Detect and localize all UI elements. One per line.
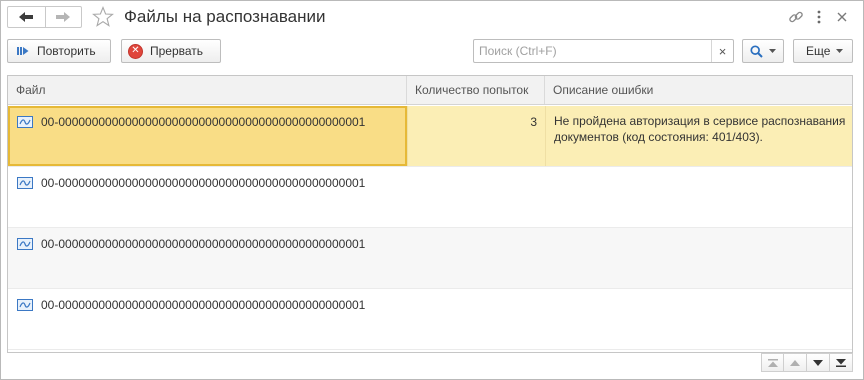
search-field: ×: [473, 39, 734, 63]
table-header: Файл Количество попыток Описание ошибки: [8, 76, 852, 105]
attempts-cell: [407, 289, 545, 349]
abort-button-label: Прервать: [150, 44, 204, 58]
table-row[interactable]: 00-0000000000000000000000000000000000000…: [8, 167, 852, 228]
chevron-down-icon: [836, 49, 844, 53]
next-page-button[interactable]: [807, 353, 830, 372]
scanned-document-icon: [17, 116, 33, 128]
abort-icon: ✕: [128, 43, 143, 59]
file-cell[interactable]: 00-0000000000000000000000000000000000000…: [8, 289, 407, 349]
file-cell[interactable]: 00-0000000000000000000000000000000000000…: [8, 106, 407, 166]
file-name: 00-0000000000000000000000000000000000000…: [41, 298, 366, 312]
attempts-cell: [407, 228, 545, 288]
error-cell: [545, 167, 852, 227]
clear-icon: ×: [718, 43, 727, 59]
next-page-icon: [813, 359, 823, 366]
forward-button[interactable]: [44, 7, 82, 27]
arrow-right-icon: [56, 12, 71, 22]
more-button[interactable]: Еще: [793, 39, 853, 63]
star-icon[interactable]: [91, 5, 115, 29]
file-cell[interactable]: 00-0000000000000000000000000000000000000…: [8, 167, 407, 227]
chevron-down-icon: [769, 49, 776, 53]
arrow-left-icon: [19, 12, 34, 22]
previous-page-button[interactable]: [784, 353, 807, 372]
more-button-label: Еще: [806, 44, 831, 58]
last-page-button[interactable]: [830, 353, 853, 372]
back-button[interactable]: [8, 7, 45, 27]
abort-button[interactable]: ✕ Прервать: [121, 39, 221, 63]
retry-icon: [17, 47, 29, 55]
close-icon: [837, 12, 846, 22]
search-input[interactable]: [474, 40, 711, 62]
table-row[interactable]: 00-0000000000000000000000000000000000000…: [8, 106, 852, 167]
attempts-cell: [407, 167, 545, 227]
close-button[interactable]: [830, 7, 853, 27]
file-name: 00-0000000000000000000000000000000000000…: [41, 115, 366, 129]
table-row[interactable]: 00-0000000000000000000000000000000000000…: [8, 228, 852, 289]
error-cell: [545, 228, 852, 288]
scanned-document-icon: [17, 299, 33, 311]
form-window: Файлы на распознавании Повторить ✕ Прерв…: [0, 0, 864, 380]
search-clear-button[interactable]: ×: [711, 40, 733, 62]
scanned-document-icon: [17, 177, 33, 189]
column-header-attempts[interactable]: Количество попыток: [407, 76, 545, 104]
error-cell: [545, 289, 852, 349]
column-header-error[interactable]: Описание ошибки: [545, 76, 852, 104]
first-page-button[interactable]: [761, 353, 784, 372]
menu-button[interactable]: [807, 7, 830, 27]
table-pager: [761, 353, 853, 372]
page-title: Файлы на распознавании: [124, 7, 326, 26]
error-cell: Не пройдена авторизация в сервисе распоз…: [545, 106, 852, 166]
files-table[interactable]: Файл Количество попыток Описание ошибки …: [7, 75, 853, 353]
link-button[interactable]: [784, 7, 807, 27]
navigation-group: [7, 6, 82, 28]
file-name: 00-0000000000000000000000000000000000000…: [41, 237, 366, 251]
more-vertical-icon: [817, 10, 820, 24]
file-name: 00-0000000000000000000000000000000000000…: [41, 176, 366, 190]
title-actions: [784, 7, 853, 27]
file-cell[interactable]: 00-0000000000000000000000000000000000000…: [8, 228, 407, 288]
first-page-icon: [767, 358, 778, 367]
previous-page-icon: [790, 359, 800, 366]
search-options-button[interactable]: [742, 39, 784, 63]
search-icon: [750, 44, 763, 58]
retry-button-label: Повторить: [37, 44, 96, 58]
attempts-cell: 3: [407, 106, 545, 166]
scanned-document-icon: [17, 238, 33, 250]
column-header-file[interactable]: Файл: [8, 76, 407, 104]
retry-button[interactable]: Повторить: [7, 39, 111, 63]
last-page-icon: [836, 358, 846, 367]
table-row[interactable]: 00-0000000000000000000000000000000000000…: [8, 289, 852, 350]
link-icon: [788, 11, 803, 23]
